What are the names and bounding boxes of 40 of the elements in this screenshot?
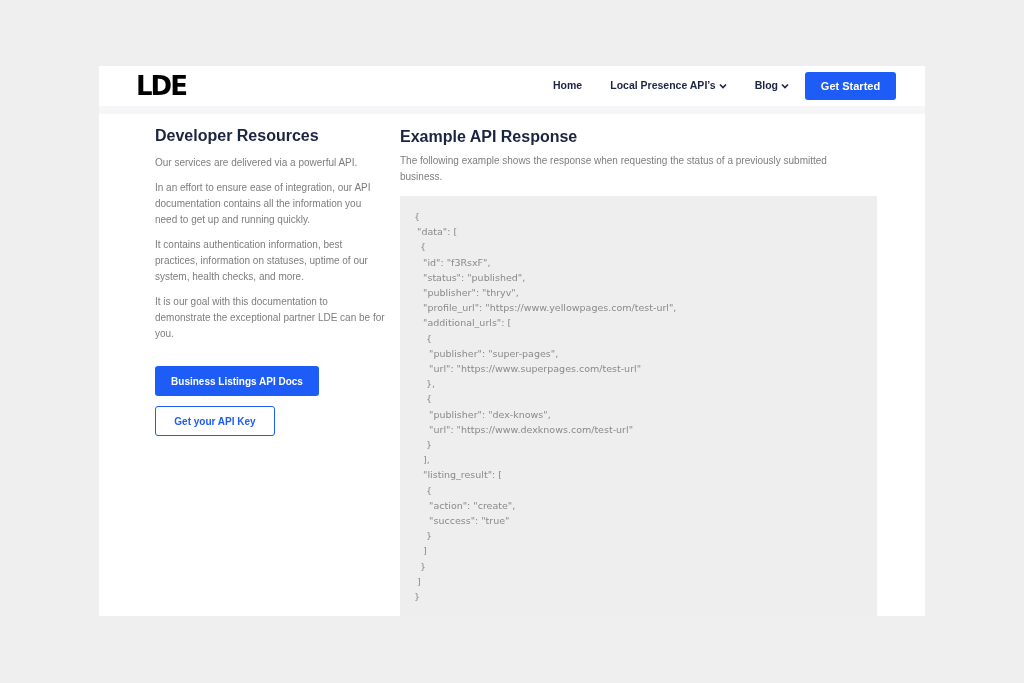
- paragraph: It is our goal with this documentation to demonstrate the exceptional partner LDE can be for you.: [155, 295, 385, 341]
- paragraph: In an effort to ensure ease of integration, our API documentation contains all the information you need to get up and running quickly.: [155, 181, 372, 227]
- code-line: }: [425, 438, 433, 453]
- code-line: "additional_urls": [: [422, 316, 512, 331]
- api-key-button[interactable]: Get your API Key: [155, 406, 275, 436]
- code-line: "publisher": "super-pages",: [428, 346, 559, 361]
- code-line: }: [425, 529, 433, 544]
- nav-link[interactable]: Blog: [754, 78, 789, 94]
- code-line: "action": "create",: [428, 498, 516, 513]
- code-line: "listing_result": [: [422, 468, 502, 483]
- code-line: "publisher": "dex-knows",: [428, 407, 551, 422]
- code-line: {: [425, 483, 433, 498]
- code-line: },: [425, 377, 436, 392]
- code-line: "url": "https://www.superpages.com/test-url": [428, 362, 642, 377]
- docs-button[interactable]: Business Listings API Docs: [155, 366, 319, 396]
- code-line: "profile_url": "https://www.yellowpages.com/test-url",: [422, 301, 677, 316]
- code-line: ]: [422, 544, 427, 559]
- section-heading: Example API Response: [400, 127, 579, 147]
- section-heading: Developer Resources: [155, 126, 320, 146]
- code-line: {: [419, 240, 427, 255]
- get-started-button[interactable]: Get Started: [805, 72, 896, 100]
- description-text: The following example shows the response when requesting the status of a previously submitted business.: [400, 154, 828, 184]
- code-line: "success": "true": [428, 514, 510, 529]
- nav-link[interactable]: Local Presence API’s: [610, 78, 727, 94]
- paragraph: Our services are delivered via a powerful API.: [155, 156, 359, 170]
- logo[interactable]: LDE: [136, 73, 186, 99]
- nav-link[interactable]: Home: [553, 78, 583, 94]
- code-line: "id": "f3RsxF",: [422, 255, 491, 270]
- code-line: }: [419, 559, 427, 574]
- code-line: ],: [422, 453, 430, 468]
- code-line: {: [414, 210, 421, 224]
- code-line: ]: [416, 574, 421, 589]
- paragraph: It contains authentication information, best practices, information on statuses, uptime of our system, health checks, and more.: [155, 238, 369, 284]
- code-line: {: [425, 392, 433, 407]
- code-line: "url": "https://www.dexknows.com/test-url": [428, 422, 633, 437]
- code-line: "publisher": "thryv",: [422, 286, 519, 300]
- code-line: {: [425, 331, 433, 346]
- code-line: "data": [: [416, 225, 458, 240]
- code-line: "status": "published",: [422, 270, 526, 285]
- code-line: }: [414, 590, 421, 605]
